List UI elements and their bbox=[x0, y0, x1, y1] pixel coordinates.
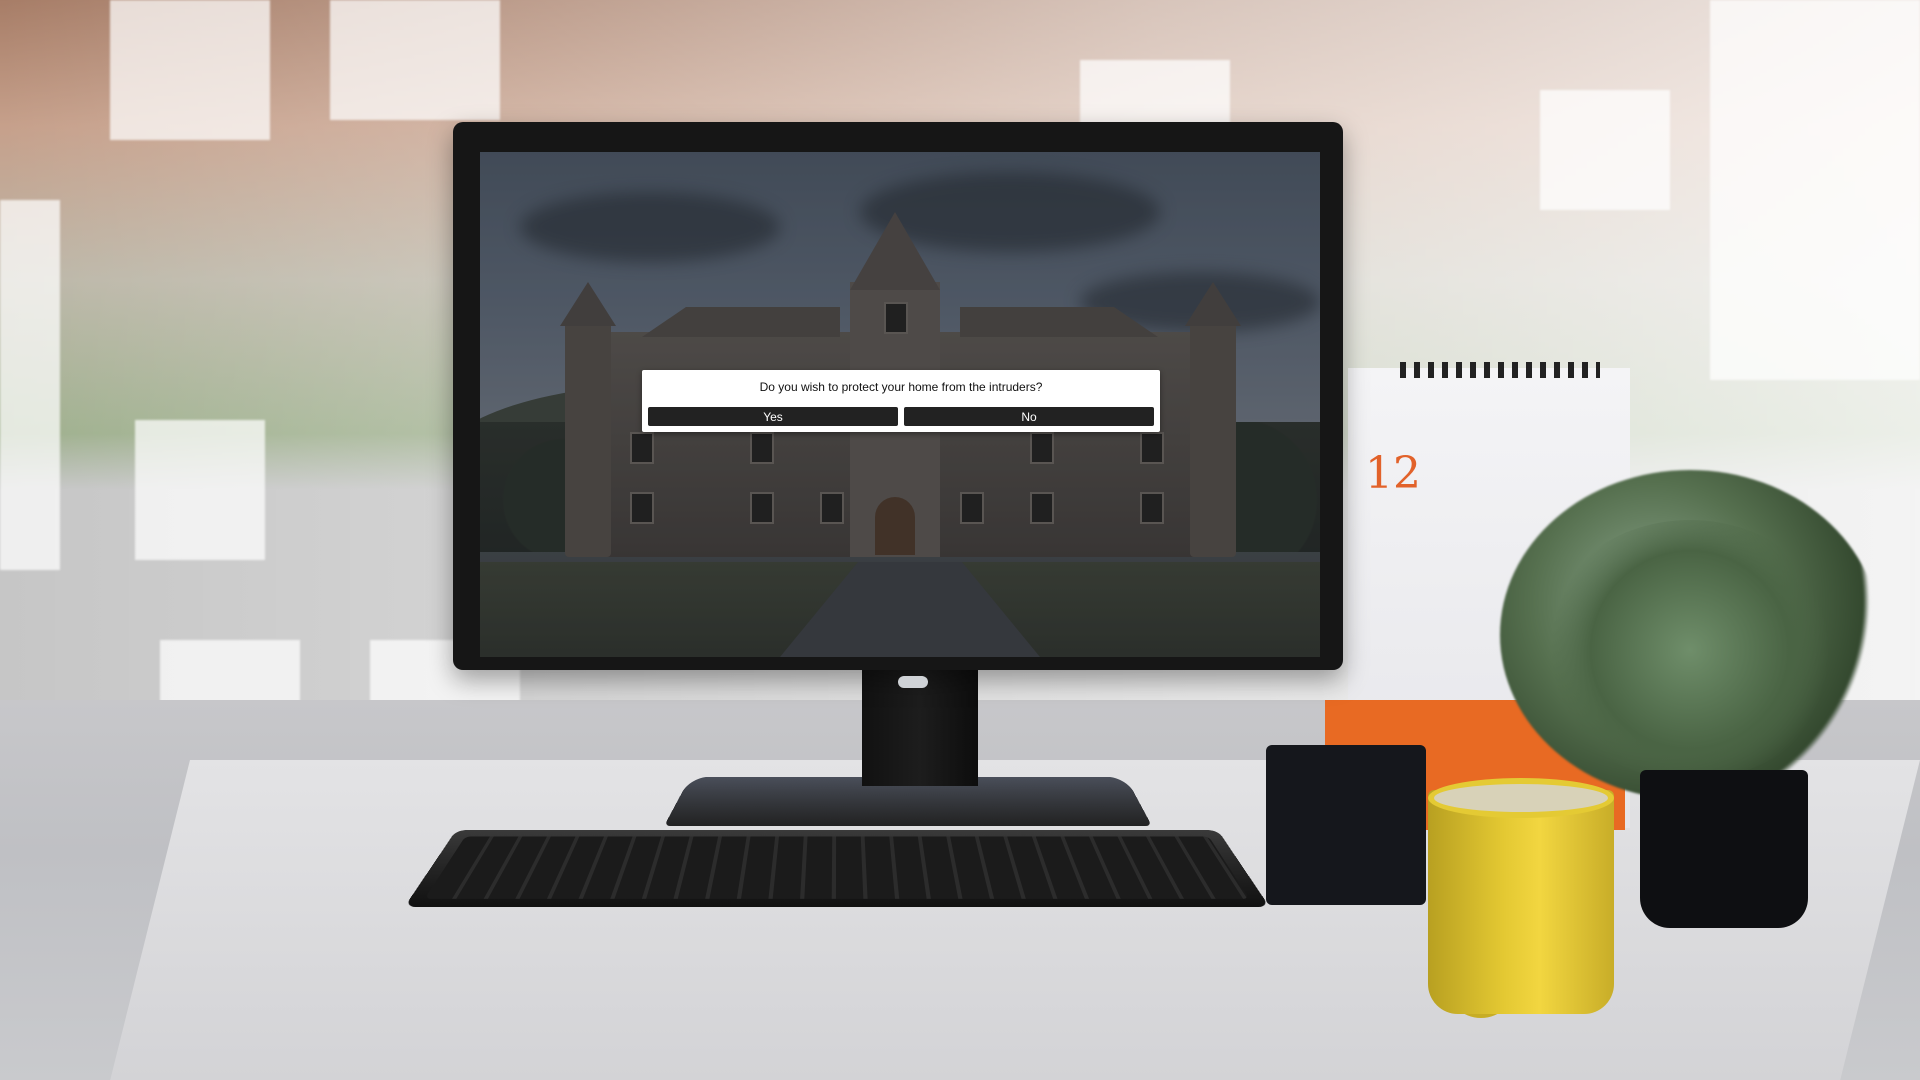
desk-organizer bbox=[1266, 745, 1426, 905]
monitor-logo bbox=[898, 676, 928, 688]
calendar-day-number: 12 bbox=[1365, 448, 1421, 499]
photo-scene: 12 Do you wish to protect your home from… bbox=[0, 0, 1920, 1080]
mug-rim bbox=[1428, 778, 1614, 818]
keyboard bbox=[404, 830, 1270, 907]
dialog-question: Do you wish to protect your home from th… bbox=[759, 380, 1043, 394]
calendar-rings bbox=[1400, 362, 1600, 378]
protect-home-dialog: Do you wish to protect your home from th… bbox=[642, 370, 1160, 432]
yellow-mug bbox=[1428, 790, 1614, 1014]
plant-pot bbox=[1640, 770, 1808, 928]
no-button[interactable]: No bbox=[904, 407, 1154, 426]
yes-button[interactable]: Yes bbox=[648, 407, 898, 426]
monitor-screen: Do you wish to protect your home from th… bbox=[480, 152, 1320, 657]
